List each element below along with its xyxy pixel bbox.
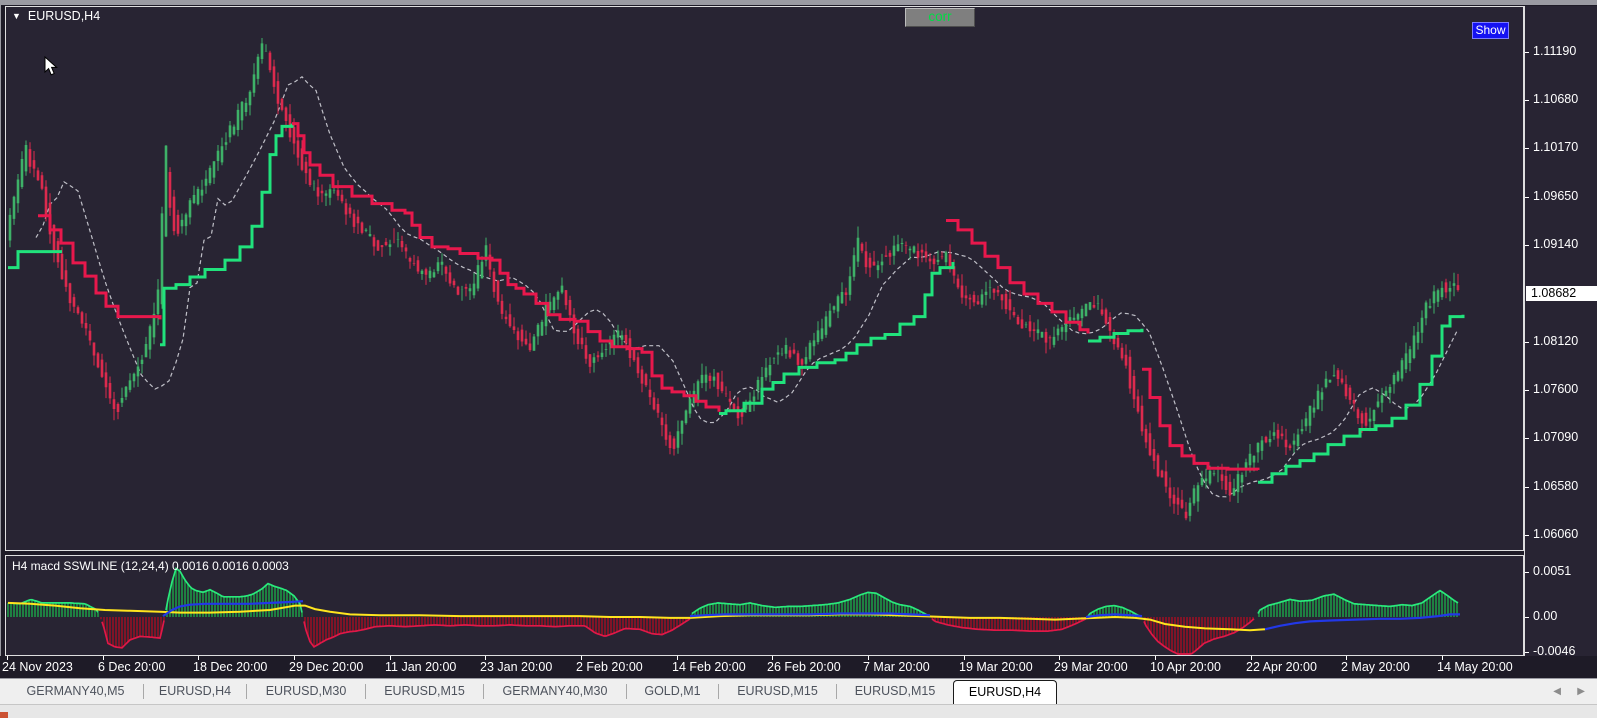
time-tick-label: 26 Feb 20:00 <box>767 660 841 674</box>
macd-negative-outline <box>101 618 1255 655</box>
price-tick-mark <box>1525 535 1529 536</box>
time-tick-label: 2 May 20:00 <box>1341 660 1410 674</box>
time-tick-label: 14 May 20:00 <box>1437 660 1513 674</box>
ssl-up-line <box>160 123 294 347</box>
macd-histogram-negative <box>100 617 1254 654</box>
price-axis[interactable]: 1.08682 1.11190 1.10680 1.10170 1.09650 1.09… <box>1525 6 1597 658</box>
price-tick-mark <box>1525 342 1529 343</box>
price-tick-mark <box>1525 245 1529 246</box>
price-tick-mark <box>1525 652 1529 653</box>
price-tick-label: 1.06580 <box>1533 479 1579 493</box>
price-tick-label: 1.09140 <box>1533 237 1579 251</box>
ssl-down-line <box>292 122 721 412</box>
price-tick-mark <box>1525 487 1529 488</box>
time-tick-label: 11 Jan 20:00 <box>385 660 457 674</box>
current-price-tag: 1.08682 <box>1526 286 1597 301</box>
corner-mark <box>0 712 8 718</box>
chart-tab-germany40-m5[interactable]: GERMANY40,M5 <box>8 679 143 704</box>
candlestick-chart[interactable] <box>6 7 1523 550</box>
price-tick-label: 0.00 <box>1533 609 1558 623</box>
time-tick-label: 22 Apr 20:00 <box>1246 660 1317 674</box>
price-tick-mark <box>1525 148 1529 149</box>
time-tick-label: 29 Dec 20:00 <box>289 660 364 674</box>
price-tick-label: 1.11190 <box>1533 44 1577 58</box>
time-tick-label: 2 Feb 20:00 <box>576 660 643 674</box>
window-left-edge <box>0 5 1 678</box>
price-tick-label: 0.0051 <box>1533 564 1572 578</box>
price-tick-mark <box>1525 438 1529 439</box>
chart-tab-germany40-m30[interactable]: GERMANY40,M30 <box>484 679 626 704</box>
chart-tab-eurusd-m30[interactable]: EURUSD,M30 <box>247 679 365 704</box>
time-axis[interactable]: 24 Nov 2023 6 Dec 20:00 18 Dec 20:00 29 Dec… <box>0 656 1597 678</box>
chart-tab-gold-m1[interactable]: GOLD,M1 <box>627 679 718 704</box>
macd-positive-outline <box>7 567 1459 617</box>
time-tick-label: 18 Dec 20:00 <box>193 660 268 674</box>
main-chart-panel[interactable] <box>5 6 1524 551</box>
price-tick-mark <box>1525 390 1529 391</box>
indicator-title: H4 macd SSWLINE (12,24,4) 0.0016 0.0016 … <box>12 559 289 573</box>
time-tick-label: 6 Dec 20:00 <box>98 660 166 674</box>
price-tick-label: 1.06060 <box>1533 527 1579 541</box>
chart-tab-eurusd-m15[interactable]: EURUSD,M15 <box>719 679 836 704</box>
time-tick-label: 24 Nov 2023 <box>2 660 73 674</box>
time-tick-label: 10 Apr 20:00 <box>1150 660 1221 674</box>
dashed-ma-line <box>35 76 1458 498</box>
candles-up-wicks <box>9 38 1455 522</box>
price-tick-mark <box>1525 100 1529 101</box>
ssl-down-line <box>1142 367 1260 471</box>
status-strip <box>0 704 1597 718</box>
time-tick-label: 7 Mar 20:00 <box>863 660 930 674</box>
chart-tab-bar: GERMANY40,M5 EURUSD,H4 EURUSD,M30 EURUSD,M1… <box>0 678 1597 704</box>
mouse-cursor-icon <box>44 56 58 76</box>
corr-button[interactable]: corr <box>905 8 975 27</box>
ssl-up-line <box>1258 314 1465 484</box>
price-tick-label: 1.08120 <box>1533 334 1579 348</box>
chart-tab-eurusd-m15[interactable]: EURUSD,M15 <box>366 679 483 704</box>
price-tick-label: 1.07090 <box>1533 430 1579 444</box>
symbol-period-text: EURUSD,H4 <box>27 9 101 23</box>
price-tick-mark <box>1525 197 1529 198</box>
price-tick-mark <box>1525 617 1529 618</box>
show-button[interactable]: Show <box>1472 22 1509 39</box>
price-tick-label: 1.09650 <box>1533 189 1579 203</box>
mt4-window: ▼ EURUSD,H4 corr Show H4 macd SSWLINE (12… <box>0 0 1597 718</box>
candles-down-bodies <box>28 52 1460 519</box>
tab-scroll-right-icon[interactable]: ▶ <box>1577 686 1585 697</box>
candles-down-wicks <box>29 50 1459 521</box>
time-tick-label: 23 Jan 20:00 <box>480 660 553 674</box>
chart-tab-eurusd-m15[interactable]: EURUSD,M15 <box>837 679 953 704</box>
time-tick-label: 14 Feb 20:00 <box>672 660 746 674</box>
price-tick-label: 1.07600 <box>1533 382 1579 396</box>
candles-up-bodies <box>8 43 1456 516</box>
time-tick-label: 29 Mar 20:00 <box>1054 660 1128 674</box>
price-tick-label: 1.10680 <box>1533 92 1579 106</box>
ssl-down-line <box>946 219 1090 334</box>
price-tick-label: 1.10170 <box>1533 140 1579 154</box>
price-tick-mark <box>1525 52 1529 53</box>
chart-symbol-label: ▼ EURUSD,H4 <box>12 9 100 23</box>
chart-tab-eurusd-h4[interactable]: EURUSD,H4 <box>144 679 246 704</box>
window-top-edge <box>0 0 1597 5</box>
chart-tab-eurusd-h4[interactable]: EURUSD,H4 <box>953 679 1057 704</box>
price-tick-mark <box>1525 572 1529 573</box>
macd-histogram-positive <box>7 568 1458 617</box>
collapse-triangle-icon[interactable]: ▼ <box>12 11 21 21</box>
time-tick-label: 19 Mar 20:00 <box>959 660 1033 674</box>
ssl-down-line <box>38 214 162 320</box>
tab-scroll-left-icon[interactable]: ◀ <box>1553 686 1561 697</box>
